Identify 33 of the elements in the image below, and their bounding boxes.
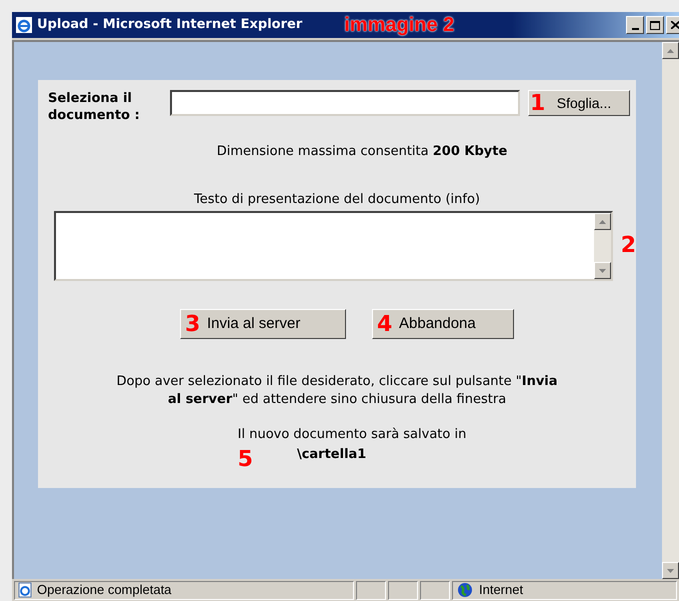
annotation-number: 4: [377, 314, 392, 336]
close-icon: [670, 21, 679, 29]
annotation-number: 5: [238, 448, 253, 470]
annotation-number: 2: [620, 235, 636, 257]
minimize-button[interactable]: [626, 16, 644, 34]
instructions-text: Dopo aver selezionato il file desiderato, cliccare sul pulsante "Invia al server" ed attendere sino chiusura della finestra: [115, 373, 559, 409]
folder-path: \cartella1: [296, 446, 366, 464]
close-button[interactable]: [666, 16, 679, 34]
file-input-field[interactable]: [170, 90, 520, 116]
scrollbar[interactable]: [594, 213, 611, 279]
annotation-number: 1: [530, 93, 546, 115]
security-zone: Internet: [479, 581, 524, 600]
info-text-area[interactable]: [54, 211, 613, 281]
vertical-scrollbar[interactable]: [662, 42, 679, 579]
page-icon: [17, 582, 33, 598]
annotation-title: immagine 2: [344, 13, 454, 38]
field-label: Seleziona il documento :: [48, 90, 141, 124]
annotation-number: 3: [185, 314, 200, 336]
globe-icon: [457, 582, 473, 598]
scroll-up-icon[interactable]: [662, 42, 679, 59]
browser-icon: [15, 16, 33, 34]
save-note: Il nuovo documento sarà salvato in: [238, 426, 466, 444]
window-title: Upload - Microsoft Internet Explorer: [37, 16, 302, 34]
scroll-down-icon[interactable]: [662, 562, 679, 579]
max-size-text: Dimensione massima consentita 200 Kbyte: [216, 143, 508, 161]
status-pane: [420, 580, 450, 600]
status-message: Operazione completata: [37, 581, 172, 600]
info-label: Testo di presentazione del documento (info): [194, 190, 480, 208]
scroll-up-icon[interactable]: [594, 213, 611, 230]
status-pane: [356, 580, 386, 600]
scroll-down-icon[interactable]: [594, 262, 611, 279]
maximize-button[interactable]: [646, 16, 664, 34]
status-pane: [388, 580, 418, 600]
